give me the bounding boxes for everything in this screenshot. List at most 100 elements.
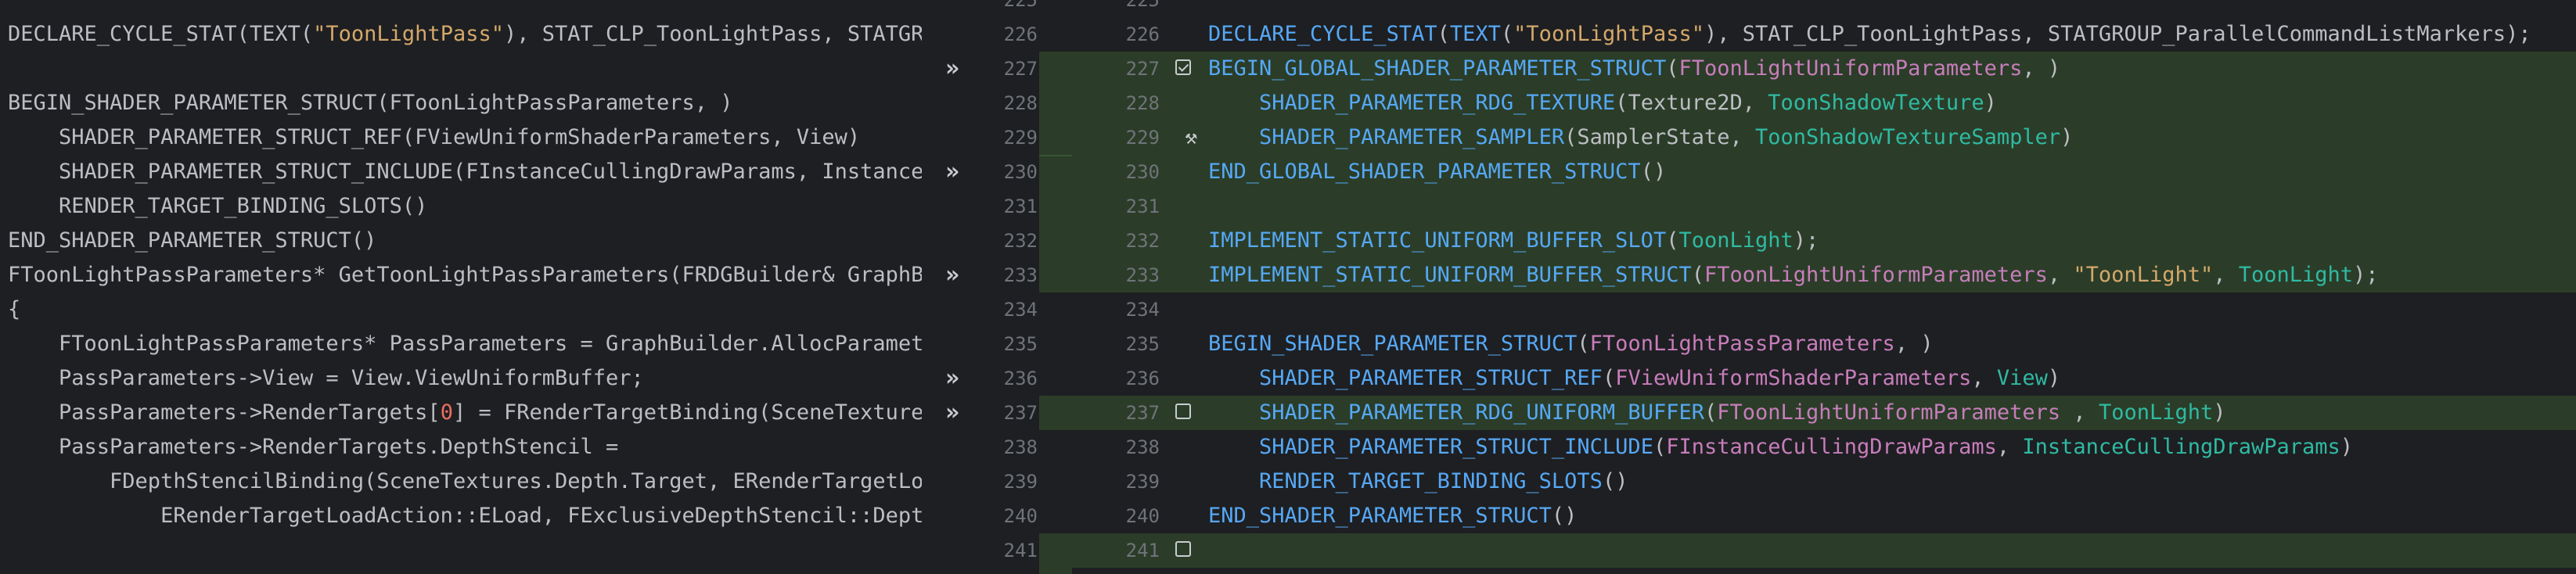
code-line[interactable] xyxy=(0,533,922,568)
apply-change-arrow-icon[interactable]: » xyxy=(945,396,959,430)
line-number: 225 xyxy=(1125,0,1160,11)
code-text: FDepthStencilBinding(SceneTextures.Depth… xyxy=(8,469,922,493)
code-line[interactable]: SHADER_PARAMETER_STRUCT_REF(FViewUniform… xyxy=(0,120,922,155)
code-line[interactable]: SHADER_PARAMETER_STRUCT_INCLUDE(FInstanc… xyxy=(0,155,922,189)
code-line[interactable] xyxy=(1207,292,2576,327)
code-line[interactable]: PassParameters->RenderTargets.DepthStenc… xyxy=(0,430,922,465)
apply-change-arrow-icon[interactable]: » xyxy=(945,361,959,396)
code-line[interactable] xyxy=(0,52,922,86)
code-line[interactable]: DECLARE_CYCLE_STAT(TEXT("ToonLightPass")… xyxy=(0,17,922,52)
code-line[interactable]: ERenderTargetLoadAction::ELoad, FExclusi… xyxy=(0,499,922,533)
code-line[interactable]: SHADER_PARAMETER_RDG_TEXTURE(Texture2D, … xyxy=(1207,86,2576,120)
apply-change-arrow-icon[interactable]: » xyxy=(945,52,959,86)
line-number: 240 xyxy=(1125,505,1160,527)
gutter-row: 235 xyxy=(922,327,1039,361)
gutter-row: » 236 xyxy=(922,361,1039,396)
code-line[interactable] xyxy=(0,0,922,17)
code-text: RENDER_TARGET_BINDING_SLOTS() xyxy=(8,194,428,218)
gutter-row: 226 xyxy=(1072,17,1207,52)
hammer-icon[interactable]: ⚒ xyxy=(1185,120,1197,155)
code-text: SHADER_PARAMETER_STRUCT_REF(FViewUniform… xyxy=(1259,366,2061,390)
line-number: 237 xyxy=(1125,402,1160,424)
code-line[interactable]: SHADER_PARAMETER_RDG_UNIFORM_BUFFER(FToo… xyxy=(1207,396,2576,430)
checkbox-checked-icon[interactable] xyxy=(1175,59,1191,75)
code-text: FToonLightPassParameters* GetToonLightPa… xyxy=(8,263,922,287)
code-line[interactable] xyxy=(1207,533,2576,568)
gutter-row: 241 xyxy=(1072,533,1207,568)
gutter-row: » 233 xyxy=(922,258,1039,292)
line-number: 228 xyxy=(1125,92,1160,114)
gutter-row: » 237 xyxy=(922,396,1039,430)
gutter-row: 239 xyxy=(922,465,1039,499)
line-number: 241 xyxy=(1003,540,1038,561)
line-number: 238 xyxy=(1003,436,1038,458)
line-number: 229 xyxy=(1125,127,1160,149)
line-number: 232 xyxy=(1125,230,1160,252)
line-number: 233 xyxy=(1125,264,1160,286)
code-line[interactable]: DECLARE_CYCLE_STAT(TEXT("ToonLightPass")… xyxy=(1207,17,2576,52)
code-line[interactable]: END_SHADER_PARAMETER_STRUCT() xyxy=(0,224,922,258)
code-text: IMPLEMENT_STATIC_UNIFORM_BUFFER_SLOT(Too… xyxy=(1208,228,1819,253)
checkbox-icon[interactable] xyxy=(1175,541,1191,557)
code-line[interactable]: SHADER_PARAMETER_STRUCT_INCLUDE(FInstanc… xyxy=(1207,430,2576,465)
right-editor-pane[interactable]: DECLARE_CYCLE_STAT(TEXT("ToonLightPass")… xyxy=(1207,0,2576,574)
code-text: IMPLEMENT_STATIC_UNIFORM_BUFFER_STRUCT(F… xyxy=(1208,263,2379,287)
code-line[interactable]: FToonLightPassParameters* GetToonLightPa… xyxy=(0,258,922,292)
code-line[interactable]: IMPLEMENT_STATIC_UNIFORM_BUFFER_STRUCT(F… xyxy=(1207,258,2576,292)
gutter-row: 232 xyxy=(922,224,1039,258)
code-line[interactable]: END_GLOBAL_SHADER_PARAMETER_STRUCT() xyxy=(1207,155,2576,189)
apply-change-arrow-icon[interactable]: » xyxy=(945,155,959,189)
checkbox-icon[interactable] xyxy=(1175,404,1191,419)
line-number: 240 xyxy=(1003,505,1038,527)
gutter-row: » 227 xyxy=(922,52,1039,86)
gutter-row: 231 xyxy=(922,189,1039,224)
line-number: 236 xyxy=(1125,368,1160,389)
apply-change-arrow-icon[interactable]: » xyxy=(945,258,959,292)
code-text: SHADER_PARAMETER_STRUCT_INCLUDE(FInstanc… xyxy=(1259,435,2354,459)
line-number: 241 xyxy=(1125,540,1160,561)
line-number: 227 xyxy=(1003,58,1038,80)
code-text: RENDER_TARGET_BINDING_SLOTS() xyxy=(1259,469,1628,493)
code-line[interactable]: IMPLEMENT_STATIC_UNIFORM_BUFFER_SLOT(Too… xyxy=(1207,224,2576,258)
gutter-row: 238 xyxy=(1072,430,1207,465)
line-number: 232 xyxy=(1003,230,1038,252)
gutter-row: 241 xyxy=(922,533,1039,568)
code-line[interactable]: BEGIN_GLOBAL_SHADER_PARAMETER_STRUCT(FTo… xyxy=(1207,52,2576,86)
code-text: ERenderTargetLoadAction::ELoad, FExclusi… xyxy=(8,504,922,528)
gutter-row: 227 xyxy=(1072,52,1207,86)
gutter-row: 231 xyxy=(1072,189,1207,224)
code-line[interactable]: PassParameters->RenderTargets[0] = FRend… xyxy=(0,396,922,430)
code-line[interactable]: { xyxy=(0,292,922,327)
code-line[interactable]: SHADER_PARAMETER_STRUCT_REF(FViewUniform… xyxy=(1207,361,2576,396)
line-number: 229 xyxy=(1003,127,1038,149)
line-number: 228 xyxy=(1003,92,1038,114)
code-line[interactable]: BEGIN_SHADER_PARAMETER_STRUCT(FToonLight… xyxy=(1207,327,2576,361)
change-block-connector xyxy=(1039,533,1072,574)
right-gutter: 225 226 227 228 229 ⚒ 230 231 232 233 234… xyxy=(1072,0,1207,574)
code-text: SHADER_PARAMETER_STRUCT_REF(FViewUniform… xyxy=(8,125,861,149)
code-line[interactable]: SHADER_PARAMETER_SAMPLER(SamplerState, T… xyxy=(1207,120,2576,155)
gutter-row: 225 xyxy=(1072,0,1207,17)
code-line[interactable]: PassParameters->View = View.ViewUniformB… xyxy=(0,361,922,396)
gutter-row: 238 xyxy=(922,430,1039,465)
gutter-row: » 230 xyxy=(922,155,1039,189)
code-line[interactable]: FToonLightPassParameters* PassParameters… xyxy=(0,327,922,361)
line-number: 233 xyxy=(1003,264,1038,286)
code-line[interactable] xyxy=(1207,0,2576,17)
code-line[interactable]: RENDER_TARGET_BINDING_SLOTS() xyxy=(1207,465,2576,499)
gutter-row: 229 xyxy=(922,120,1039,155)
line-number: 226 xyxy=(1125,23,1160,45)
diff-connector xyxy=(1039,0,1072,574)
code-line[interactable] xyxy=(1207,189,2576,224)
code-line[interactable]: FDepthStencilBinding(SceneTextures.Depth… xyxy=(0,465,922,499)
code-line[interactable]: BEGIN_SHADER_PARAMETER_STRUCT(FToonLight… xyxy=(0,86,922,120)
code-text: PassParameters->RenderTargets[0] = FRend… xyxy=(8,400,922,425)
code-line[interactable]: END_SHADER_PARAMETER_STRUCT() xyxy=(1207,499,2576,533)
code-text: { xyxy=(8,297,21,321)
gutter-row: 232 xyxy=(1072,224,1207,258)
gutter-row: 230 xyxy=(1072,155,1207,189)
left-editor-pane[interactable]: DECLARE_CYCLE_STAT(TEXT("ToonLightPass")… xyxy=(0,0,922,574)
gutter-row: 234 xyxy=(922,292,1039,327)
code-line[interactable]: RENDER_TARGET_BINDING_SLOTS() xyxy=(0,189,922,224)
line-number: 234 xyxy=(1125,299,1160,321)
